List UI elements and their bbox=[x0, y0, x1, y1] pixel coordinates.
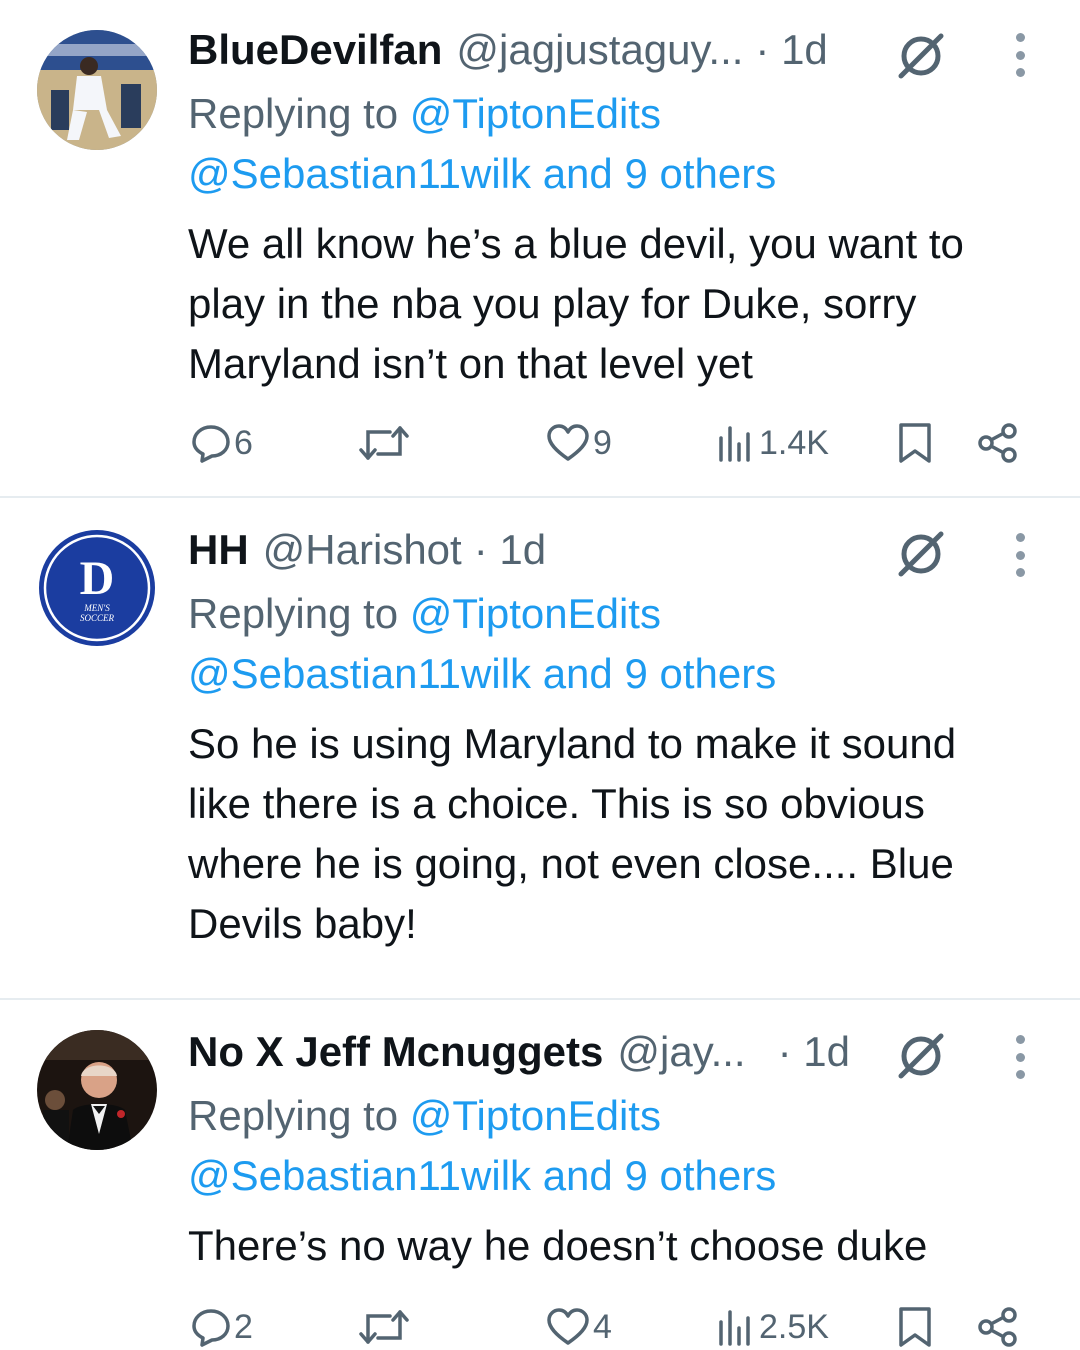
bookmark-icon bbox=[899, 1307, 931, 1347]
more-icon[interactable] bbox=[1010, 1035, 1030, 1079]
reply-icon bbox=[192, 425, 230, 463]
more-icon[interactable] bbox=[1010, 533, 1030, 577]
tweet-header: HH @Harishot · 1d bbox=[188, 520, 546, 580]
mentions-link[interactable]: @Sebastian11wilk and 9 others bbox=[188, 150, 776, 198]
heart-icon bbox=[547, 1308, 589, 1345]
views-button[interactable]: 2.5K bbox=[715, 1302, 829, 1350]
display-name[interactable]: No X Jeff Mcnuggets bbox=[188, 1028, 603, 1076]
like-count: 9 bbox=[593, 423, 612, 462]
duke-logo-icon: D MEN'S SOCCER bbox=[39, 530, 155, 646]
like-button[interactable]: 4 bbox=[545, 1302, 612, 1350]
tweet-text: So he is using Maryland to make it sound… bbox=[188, 720, 957, 947]
action-bar: 6 9 1.4K bbox=[0, 418, 1080, 468]
mentions-link[interactable]: @Sebastian11wilk and 9 others bbox=[188, 650, 776, 698]
avatar[interactable] bbox=[37, 1030, 157, 1150]
repost-icon bbox=[359, 1310, 409, 1344]
svg-text:SOCCER: SOCCER bbox=[80, 613, 115, 623]
reply-button[interactable]: 2 bbox=[190, 1302, 253, 1350]
grok-icon[interactable] bbox=[895, 30, 947, 82]
tweet-text: There’s no way he doesn’t choose duke bbox=[188, 1222, 928, 1269]
mentions-link[interactable]: @Sebastian11wilk and 9 others bbox=[188, 1152, 776, 1200]
view-count: 2.5K bbox=[759, 1307, 829, 1346]
views-button[interactable]: 1.4K bbox=[715, 418, 829, 468]
bookmark-button[interactable] bbox=[896, 1302, 934, 1350]
share-button[interactable] bbox=[976, 418, 1020, 468]
display-name[interactable]: BlueDevilfan bbox=[188, 26, 442, 74]
repost-button[interactable] bbox=[356, 418, 412, 468]
reply-count: 2 bbox=[234, 1307, 253, 1346]
timestamp[interactable]: · 1d bbox=[474, 526, 546, 574]
replying-to-link[interactable]: @TiptonEdits bbox=[410, 590, 661, 637]
tweet-header: No X Jeff Mcnuggets @jay... · 1d bbox=[188, 1022, 850, 1082]
timestamp[interactable]: · 1d bbox=[778, 1028, 850, 1076]
repost-button[interactable] bbox=[356, 1302, 412, 1350]
tweet-header: BlueDevilfan @jagjustaguy... · 1d bbox=[188, 20, 828, 80]
like-count: 4 bbox=[593, 1307, 612, 1346]
reply-icon bbox=[192, 1309, 230, 1347]
tweet-1[interactable]: BlueDevilfan @jagjustaguy... · 1d Replyi… bbox=[0, 0, 1080, 496]
grok-icon[interactable] bbox=[895, 1030, 947, 1082]
avatar-photo bbox=[37, 30, 157, 150]
action-bar: 2 4 2.5K bbox=[0, 1302, 1080, 1350]
reply-count: 6 bbox=[234, 423, 253, 462]
bookmark-button[interactable] bbox=[896, 418, 934, 468]
repost-icon bbox=[359, 426, 409, 460]
share-icon bbox=[978, 423, 1017, 463]
replying-to: Replying to @TiptonEdits bbox=[188, 90, 661, 137]
avatar[interactable]: D MEN'S SOCCER bbox=[37, 528, 157, 648]
svg-text:D: D bbox=[80, 552, 115, 605]
replying-to-link[interactable]: @TiptonEdits bbox=[410, 1092, 661, 1139]
tweet-2[interactable]: D MEN'S SOCCER HH @Harishot · 1d Replyin… bbox=[0, 498, 1080, 998]
tweet-3[interactable]: No X Jeff Mcnuggets @jay... · 1d Replyin… bbox=[0, 1000, 1080, 1350]
timestamp[interactable]: · 1d bbox=[755, 26, 827, 74]
share-icon bbox=[978, 1307, 1017, 1347]
display-name[interactable]: HH bbox=[188, 526, 249, 574]
user-handle[interactable]: @Harishot bbox=[263, 526, 462, 574]
more-icon[interactable] bbox=[1010, 33, 1030, 77]
replying-to-link[interactable]: @TiptonEdits bbox=[410, 90, 661, 137]
views-icon bbox=[719, 426, 750, 462]
views-icon bbox=[719, 1310, 750, 1346]
avatar-photo bbox=[37, 1030, 157, 1150]
grok-icon[interactable] bbox=[895, 528, 947, 580]
tweet-text: We all know he’s a blue devil, you want … bbox=[188, 220, 964, 387]
replying-to: Replying to @TiptonEdits bbox=[188, 590, 661, 637]
reply-button[interactable]: 6 bbox=[190, 418, 253, 468]
bookmark-icon bbox=[899, 423, 931, 463]
avatar[interactable] bbox=[37, 30, 157, 150]
like-button[interactable]: 9 bbox=[545, 418, 612, 468]
share-button[interactable] bbox=[976, 1302, 1020, 1350]
replying-to: Replying to @TiptonEdits bbox=[188, 1092, 661, 1139]
svg-text:MEN'S: MEN'S bbox=[83, 603, 110, 613]
user-handle[interactable]: @jay... bbox=[617, 1028, 745, 1076]
view-count: 1.4K bbox=[759, 423, 829, 462]
heart-icon bbox=[547, 424, 589, 461]
user-handle[interactable]: @jagjustaguy... bbox=[456, 26, 743, 74]
